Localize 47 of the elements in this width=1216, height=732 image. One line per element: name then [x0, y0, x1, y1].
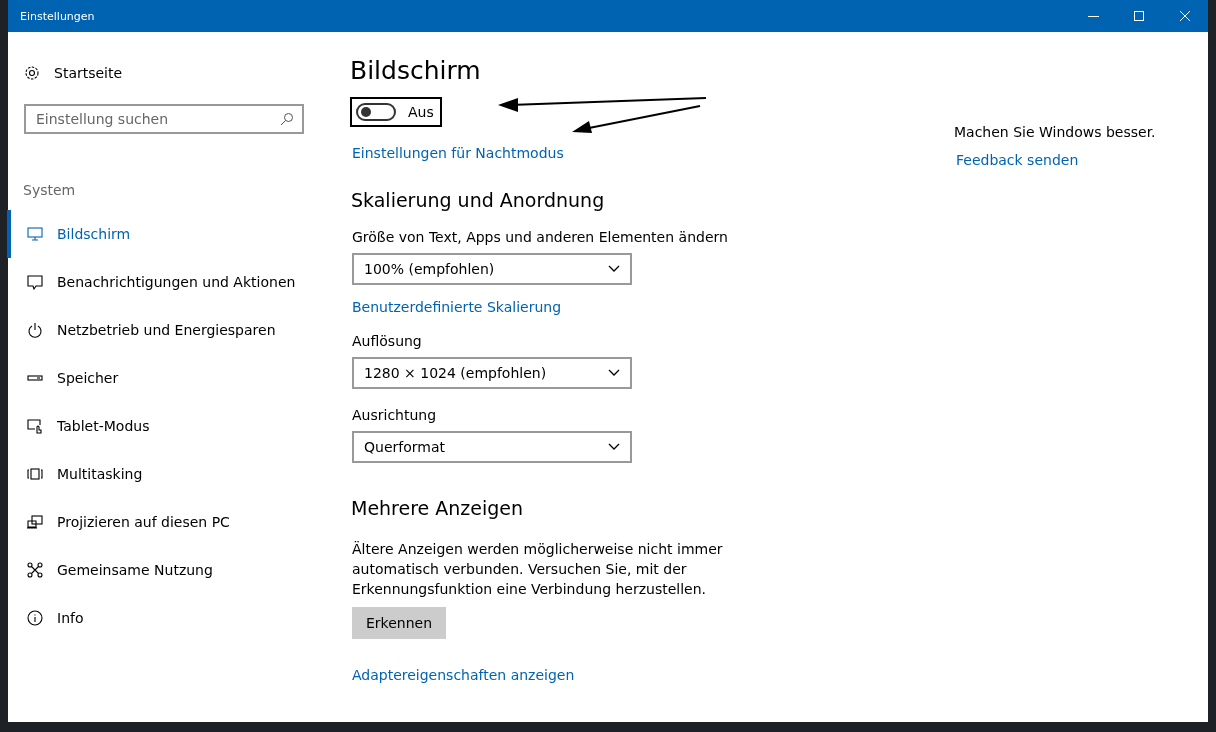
- nav-item[interactable]: Benachrichtigungen und Aktionen: [7, 258, 342, 306]
- section-heading: Mehrere Anzeigen: [351, 497, 524, 519]
- nav-item[interactable]: Speicher: [7, 354, 342, 402]
- page-title: Bildschirm: [350, 56, 481, 85]
- nav-item[interactable]: Netzbetrieb und Energiesparen: [7, 306, 342, 354]
- detect-button[interactable]: Erkennen: [352, 607, 447, 639]
- custom-scaling-link[interactable]: Benutzerdefinierte Skalierung: [352, 299, 562, 315]
- maximize-icon: [1134, 11, 1144, 21]
- search-field[interactable]: Einstellung suchen: [24, 104, 304, 134]
- dropdown[interactable]: Querformat: [352, 431, 632, 463]
- chevron-down-icon: [608, 443, 620, 451]
- tablet-icon: [27, 418, 43, 434]
- share-icon: [27, 562, 43, 578]
- feedback-link[interactable]: Feedback senden: [956, 152, 1156, 168]
- projector-icon: [27, 514, 43, 530]
- description-text: Ältere Anzeigen werden möglicherweise nicht immer automatisch verbunden. Versuchen Sie, mit der Erkennungsfunktion eine Verbindung herzustellen.: [352, 540, 724, 599]
- adapter-link[interactable]: Adaptereigenschaften anzeigen: [352, 667, 575, 683]
- toggle-switch[interactable]: [356, 103, 396, 121]
- nav-item[interactable]: Multitasking: [7, 450, 342, 498]
- night-mode-link[interactable]: Einstellungen für Nachtmodus: [352, 145, 564, 161]
- chevron-down-icon: [608, 369, 620, 377]
- chevron-down-icon: [608, 265, 620, 273]
- search-icon: [280, 112, 294, 126]
- field-label: Auflösung: [352, 333, 422, 349]
- nav-item[interactable]: Gemeinsame Nutzung: [7, 546, 342, 594]
- close-icon: [1180, 11, 1190, 21]
- section-heading: Skalierung und Anordnung: [351, 189, 605, 211]
- nav-item[interactable]: Projizieren auf diesen PC: [7, 498, 342, 546]
- section-heading: System: [23, 182, 77, 198]
- monitor-icon: [27, 226, 43, 242]
- toggle-label: Aus: [408, 104, 434, 120]
- dropdown[interactable]: 100% (empfohlen): [352, 253, 632, 285]
- field-label: Größe von Text, Apps und anderen Elementen ändern: [352, 229, 728, 245]
- home-link[interactable]: Startseite: [8, 60, 342, 86]
- minimize-icon: [1087, 15, 1099, 17]
- power-icon: [27, 322, 43, 338]
- info-icon: [27, 610, 43, 626]
- nav-item[interactable]: Bildschirm: [7, 210, 342, 258]
- dropdown[interactable]: 1280 × 1024 (empfohlen): [352, 357, 632, 389]
- settings-icon: [24, 65, 40, 81]
- feedback-text: Machen Sie Windows besser.: [954, 124, 1156, 140]
- multitasking-icon: [27, 466, 43, 482]
- field-label: Ausrichtung: [352, 407, 437, 423]
- speech-bubble-icon: [27, 274, 43, 290]
- nav-item[interactable]: Tablet-Modus: [7, 402, 342, 450]
- window-title: Einstellungen: [19, 9, 96, 23]
- nav-item[interactable]: Info: [7, 594, 342, 642]
